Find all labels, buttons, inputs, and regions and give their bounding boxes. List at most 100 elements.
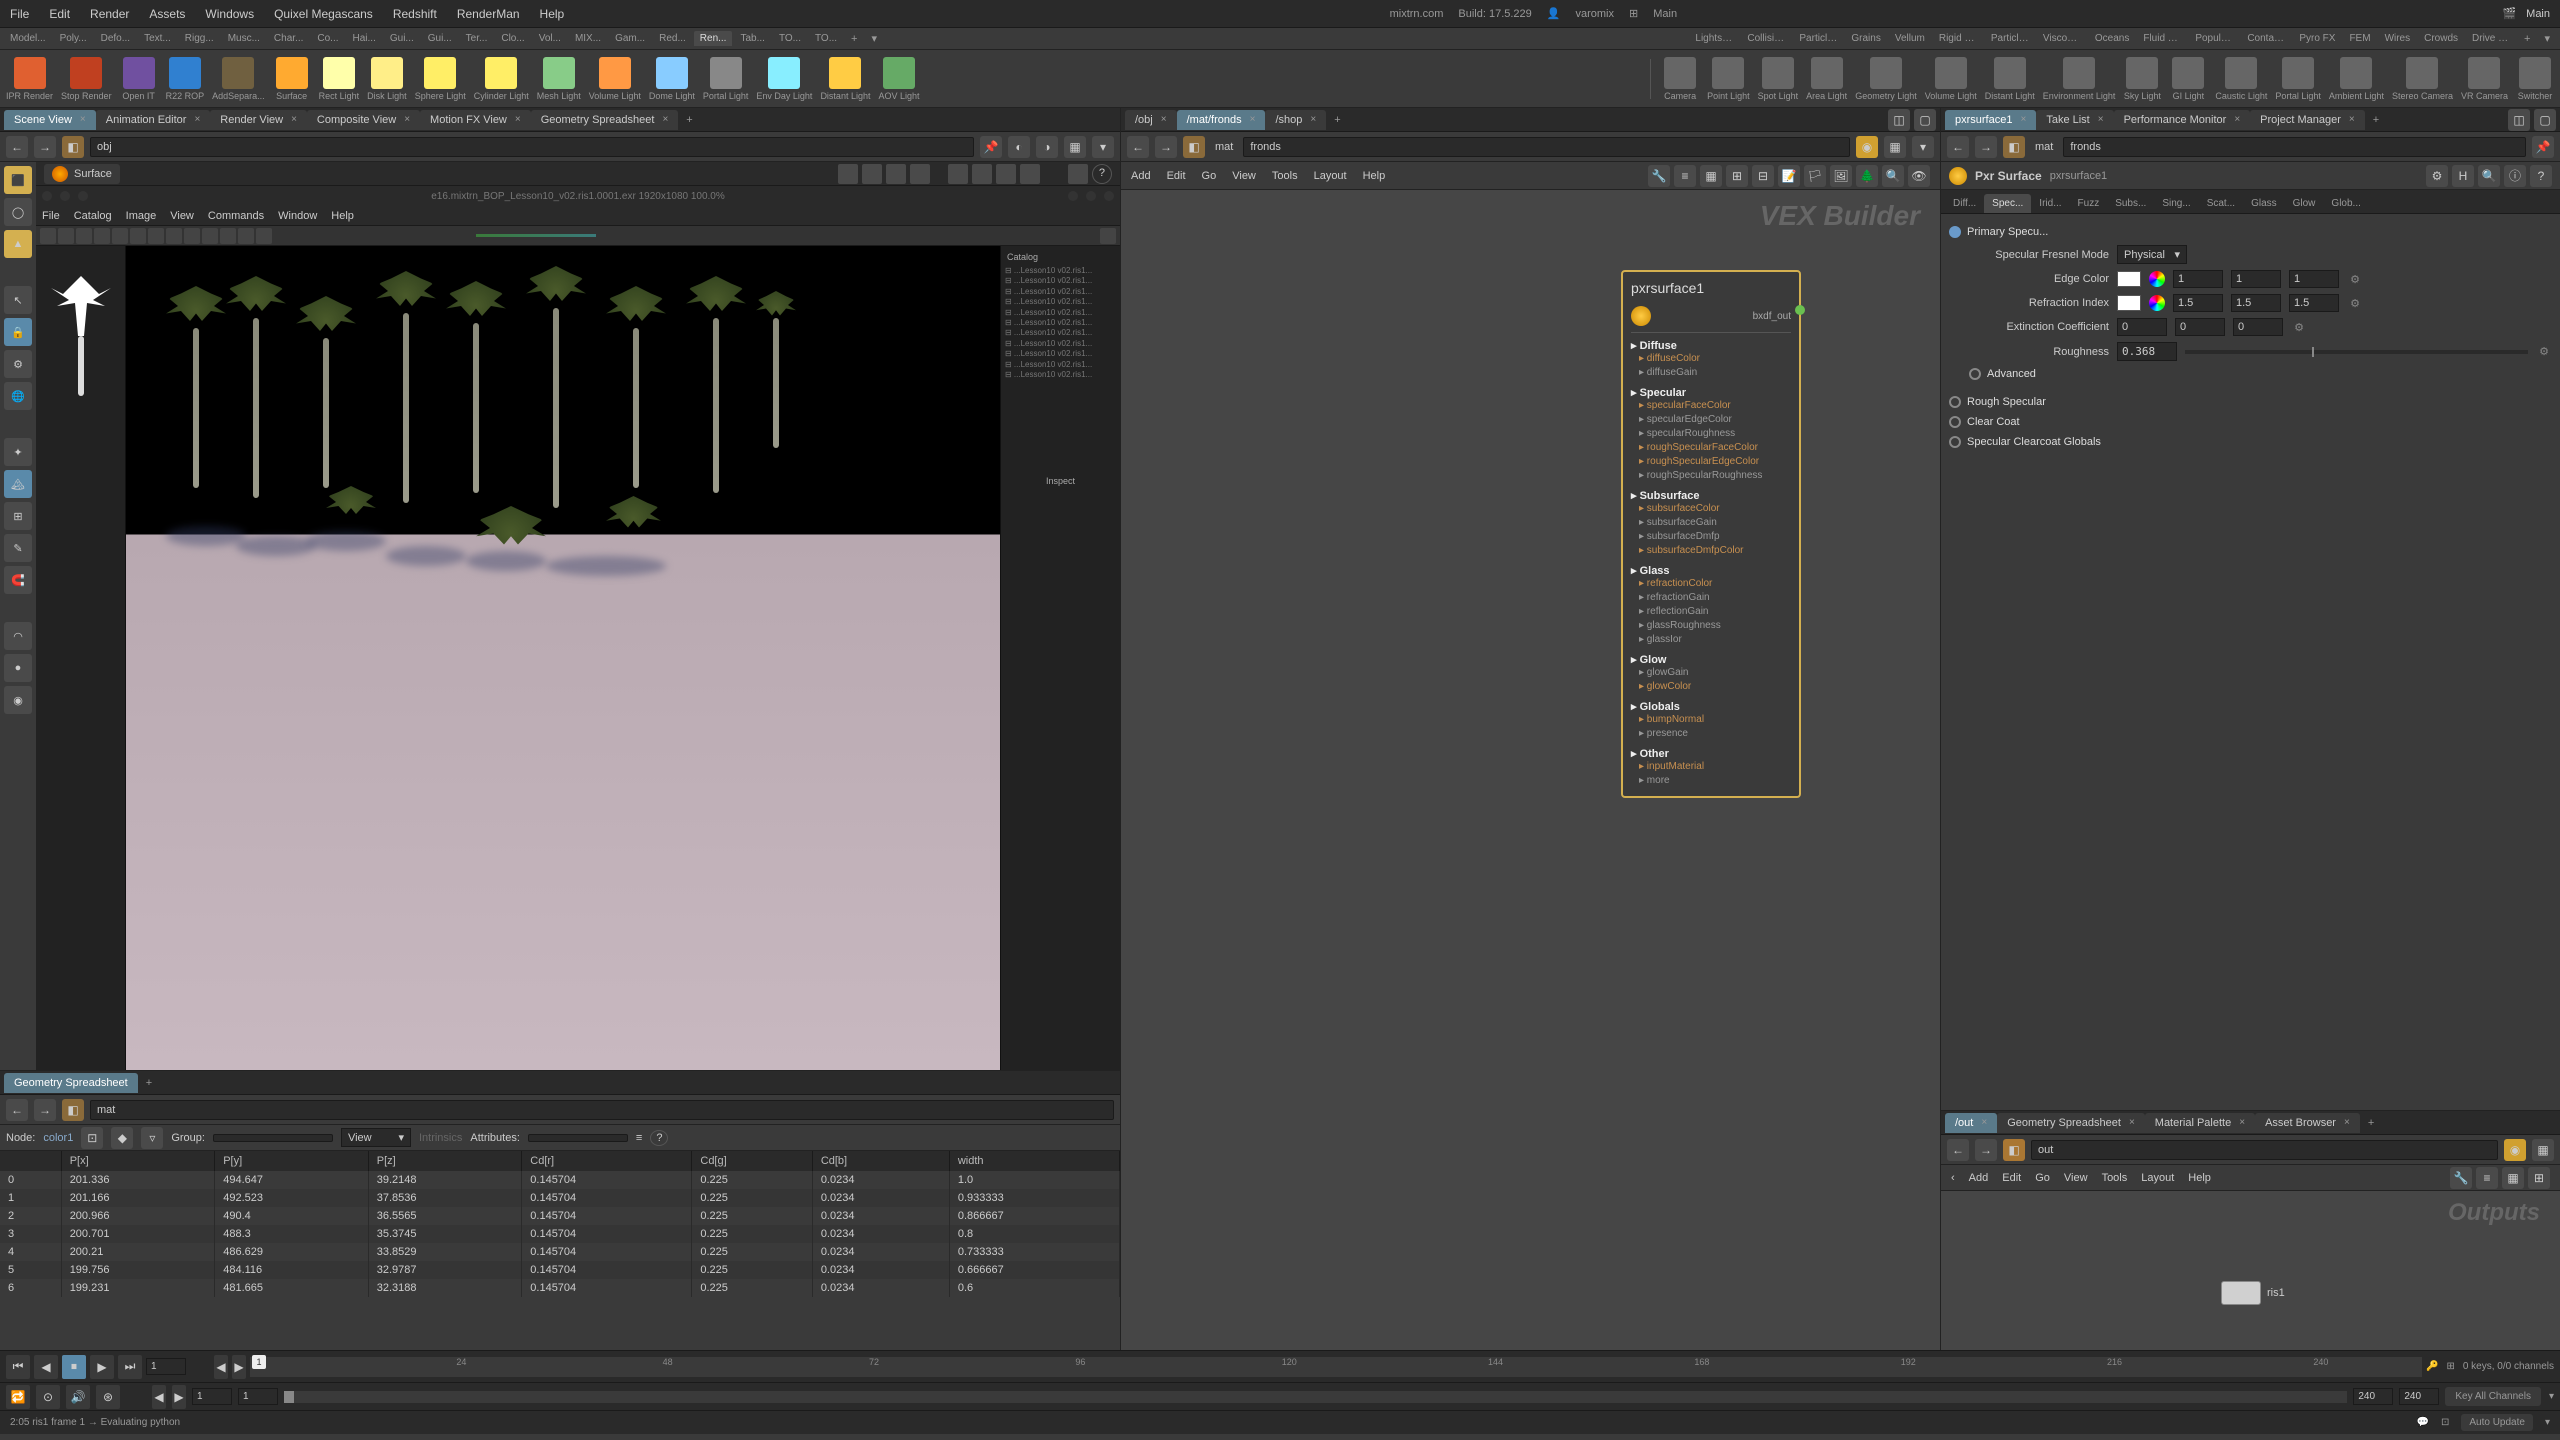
shelf-tab[interactable]: Ren... [694, 31, 733, 46]
timeline-track[interactable]: 1 24487296120144168192216240 [250, 1357, 2422, 1377]
node-section-header[interactable]: ▸ Specular [1631, 386, 1791, 399]
vp-btn-layout[interactable] [1068, 164, 1088, 184]
param-tab-sing[interactable]: Sing... [2154, 194, 2198, 213]
ss-column-header[interactable]: Cd[r] [522, 1151, 692, 1171]
param-tab-irid[interactable]: Irid... [2031, 194, 2069, 213]
vp-btn-brush[interactable] [910, 164, 930, 184]
ss-btn2[interactable]: ◆ [111, 1127, 133, 1149]
rp-tbtn[interactable] [166, 228, 182, 244]
clapperboard-icon[interactable]: 🎬 [2502, 7, 2516, 20]
pane-tab-project-manager[interactable]: Project Manager× [2250, 110, 2365, 130]
pane-tab[interactable]: /mat/fronds× [1177, 110, 1266, 130]
pane-tab-scene-view[interactable]: Scene View× [4, 110, 96, 130]
shelf-tab[interactable]: Ter... [460, 31, 494, 46]
vp-btn-undo[interactable] [948, 164, 968, 184]
mid-path-root[interactable]: mat [1211, 141, 1237, 153]
net-btn-list[interactable]: ≡ [1674, 165, 1696, 187]
net-btn-tree[interactable]: 🌲 [1856, 165, 1878, 187]
ss-column-header[interactable]: P[x] [61, 1151, 215, 1171]
ss-column-header[interactable]: P[y] [215, 1151, 369, 1171]
node-param[interactable]: ▸ refractionColor [1631, 577, 1791, 591]
param-tab-scat[interactable]: Scat... [2199, 194, 2243, 213]
edge-color-b[interactable] [2289, 270, 2339, 288]
shelf-tab[interactable]: Gui... [384, 31, 420, 46]
out-menu-go[interactable]: Go [2035, 1172, 2050, 1184]
ris1-node[interactable]: ris1 [2221, 1281, 2285, 1305]
param-h-icon[interactable]: H [2452, 165, 2474, 187]
mid-opt3[interactable]: ▾ [1912, 136, 1934, 158]
r-nav-fwd[interactable]: → [1975, 136, 1997, 158]
advanced-group[interactable]: Advanced [1949, 364, 2552, 384]
shelf-tab[interactable]: MIX... [569, 31, 607, 46]
key-all-channels-button[interactable]: Key All Channels [2445, 1387, 2541, 1406]
shelf-tool-dome-light[interactable]: Dome Light [647, 55, 697, 103]
close-icon[interactable]: × [662, 114, 668, 125]
net-menu-tools[interactable]: Tools [1272, 170, 1298, 182]
table-row[interactable]: 1201.166492.52337.85360.1457040.2250.023… [0, 1189, 1120, 1207]
network-canvas[interactable]: VEX Builder pxrsurface1 bxdf_out ▸ Diffu… [1121, 190, 1940, 1350]
net-menu-edit[interactable]: Edit [1167, 170, 1186, 182]
vp-tool-edit[interactable]: ✎ [4, 534, 32, 562]
shelf-tab[interactable]: Viscous F... [2037, 31, 2087, 46]
shelf-tab[interactable]: TO... [809, 31, 843, 46]
nav-back-button[interactable]: ← [6, 136, 28, 158]
pane-tab-pxrsurface1[interactable]: pxrsurface1× [1945, 110, 2036, 130]
shelf-tab[interactable]: TO... [773, 31, 807, 46]
timeline-playhead[interactable]: 1 [252, 1355, 266, 1369]
range-start2-input[interactable] [238, 1388, 278, 1405]
close-icon[interactable]: × [2239, 1117, 2245, 1128]
shelf-tab-dropdown-right[interactable]: ▾ [2538, 30, 2556, 47]
close-icon[interactable]: × [2098, 114, 2104, 125]
refraction-r[interactable] [2173, 294, 2223, 312]
param-tab-fuzz[interactable]: Fuzz [2070, 194, 2108, 213]
shelf-tab[interactable]: Crowds [2418, 31, 2464, 46]
shelf-tool-stereo-camera[interactable]: Stereo Camera [2390, 55, 2455, 103]
r-path-input[interactable]: fronds [2063, 137, 2526, 157]
rp-tbtn-right[interactable] [1100, 228, 1116, 244]
vp-tool-torus[interactable]: ◯ [4, 198, 32, 226]
node-section-header[interactable]: ▸ Subsurface [1631, 489, 1791, 502]
shelf-tool-camera[interactable]: Camera [1659, 55, 1701, 103]
out-nav-fwd[interactable]: → [1975, 1139, 1997, 1161]
render-side-thumb-list[interactable]: Catalog ⊟ ...Lesson10 v02.ris1...⊟ ...Le… [1000, 246, 1120, 1070]
table-row[interactable]: 5199.756484.11632.97870.1457040.2250.023… [0, 1261, 1120, 1279]
out-menu-tools[interactable]: Tools [2102, 1172, 2128, 1184]
net-btn-eye[interactable]: 👁 [1908, 165, 1930, 187]
node-param[interactable]: ▸ subsurfaceDmfp [1631, 530, 1791, 544]
refraction-chip[interactable] [2117, 295, 2141, 311]
middle-split-icon[interactable]: ◫ [1888, 109, 1910, 131]
shelf-tool-ipr-render[interactable]: IPR Render [4, 55, 55, 103]
node-param[interactable]: ▸ subsurfaceColor [1631, 502, 1791, 516]
param-tab-glass[interactable]: Glass [2243, 194, 2285, 213]
shelf-tab[interactable]: Wires [2379, 31, 2417, 46]
edge-color-chip[interactable] [2117, 271, 2141, 287]
shelf-tab[interactable]: Pyro FX [2293, 31, 2341, 46]
fresnel-mode-dropdown[interactable]: Physical ▾ [2117, 245, 2187, 264]
r-nav-back[interactable]: ← [1947, 136, 1969, 158]
ss-nav-back[interactable]: ← [6, 1099, 28, 1121]
close-icon[interactable]: × [2349, 114, 2355, 125]
shelf-tab[interactable]: Rigg... [179, 31, 220, 46]
shelf-tool-portal-light[interactable]: Portal Light [2273, 55, 2323, 103]
ss-node-value[interactable]: color1 [43, 1132, 73, 1144]
net-btn-grid3[interactable]: ⊟ [1752, 165, 1774, 187]
rp-menu-image[interactable]: Image [126, 210, 157, 222]
middle-add-tab[interactable]: + [1326, 110, 1348, 130]
node-param[interactable]: ▸ glowColor [1631, 680, 1791, 694]
ris1-node-box[interactable] [2221, 1281, 2261, 1305]
close-icon[interactable]: × [404, 114, 410, 125]
chevron-down-icon[interactable]: ▾ [2549, 1391, 2554, 1402]
out-menu-help[interactable]: Help [2188, 1172, 2211, 1184]
realtime-button[interactable]: ⊙ [36, 1385, 60, 1409]
rp-tbtn[interactable] [220, 228, 236, 244]
node-param[interactable]: ▸ reflectionGain [1631, 605, 1791, 619]
node-param[interactable]: ▸ specularFaceColor [1631, 399, 1791, 413]
ss-group-input[interactable] [213, 1134, 333, 1142]
param-node-name[interactable]: pxrsurface1 [2050, 170, 2107, 182]
ss-intrinsics[interactable]: Intrinsics [419, 1132, 462, 1144]
key-icon[interactable]: 🔑 [2426, 1361, 2438, 1372]
out-menu-edit[interactable]: Edit [2002, 1172, 2021, 1184]
shelf-tab[interactable]: Grains [1845, 31, 1886, 46]
pane-tab--out[interactable]: /out× [1945, 1113, 1997, 1133]
playback-prev-button[interactable]: ◀ [34, 1355, 58, 1379]
